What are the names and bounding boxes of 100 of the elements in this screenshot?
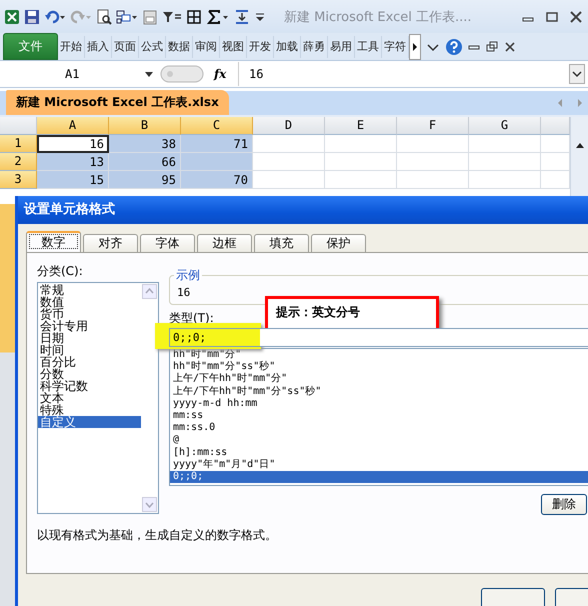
close-icon[interactable] (503, 40, 517, 54)
sample-value: 16 (177, 284, 190, 298)
category-item[interactable]: 时间 (38, 344, 141, 356)
table-cell: 15 (37, 171, 109, 189)
table-cell: 95 (109, 171, 181, 189)
table-cell: 16 (37, 135, 109, 153)
category-item[interactable]: 常规 (38, 284, 141, 296)
table-cell (253, 171, 325, 189)
category-item[interactable]: 数值 (38, 296, 141, 308)
category-item[interactable]: 货币 (38, 308, 141, 320)
ribbon-tab[interactable]: 审阅 (193, 36, 220, 58)
category-item[interactable]: 科学记数 (38, 380, 141, 392)
calculator-icon[interactable] (142, 8, 158, 24)
sample-label: 示例 (174, 267, 202, 284)
row-header[interactable]: 1 (0, 135, 37, 153)
scroll-right-icon[interactable] (409, 34, 421, 60)
column-header[interactable]: G (469, 117, 541, 135)
ribbon-tab[interactable]: 视图 (220, 36, 247, 58)
category-item[interactable]: 会计专用 (38, 320, 141, 332)
delete-button[interactable]: 删除 (541, 494, 587, 515)
category-item[interactable]: 文本 (38, 392, 141, 404)
type-item[interactable]: 上午/下午hh"时"mm"分" (170, 373, 588, 386)
ribbon-tab[interactable]: 页面 (112, 36, 139, 58)
dialog-tab[interactable]: 填充 (254, 234, 309, 252)
type-item[interactable]: [h]:mm:ss (170, 446, 588, 459)
description-text: 以现有格式为基础，生成自定义的数字格式。 (37, 527, 278, 544)
column-header[interactable]: A (37, 117, 109, 135)
category-item[interactable]: 特殊 (38, 404, 141, 416)
category-item[interactable]: 自定义 (38, 416, 141, 428)
layout-icon[interactable] (116, 8, 138, 24)
ribbon-tab[interactable]: 薛勇 (301, 36, 328, 58)
dialog-tab[interactable]: 对齐 (83, 234, 138, 252)
ribbon-tab[interactable]: 数据 (166, 36, 193, 58)
table-cell (325, 135, 397, 153)
table-cell: 66 (109, 153, 181, 171)
dialog-tab[interactable]: 边框 (197, 234, 252, 252)
workbook-tab[interactable]: 新建 Microsoft Excel 工作表.xlsx (6, 90, 229, 115)
row-header[interactable]: 2 (0, 153, 37, 171)
name-box[interactable]: A1 (0, 67, 160, 81)
category-item[interactable]: 百分比 (38, 356, 141, 368)
type-item[interactable]: 0;;0; (170, 471, 588, 484)
type-item[interactable]: hh"时"mm"分"ss"秒" (170, 361, 588, 374)
category-label: 分类(C): (37, 263, 84, 280)
dialog-button[interactable] (481, 588, 544, 606)
expand-caret-icon[interactable] (569, 64, 585, 84)
column-header[interactable]: C (181, 117, 253, 135)
file-tab[interactable]: 文件 (3, 33, 58, 60)
column-header[interactable]: D (253, 117, 325, 135)
formula-input[interactable]: 16 (239, 67, 569, 81)
borders-icon[interactable] (186, 8, 202, 24)
category-item[interactable]: 日期 (38, 332, 141, 344)
maximize-icon[interactable] (544, 10, 560, 24)
type-item[interactable]: mm:ss (170, 410, 588, 422)
dropdown-caret-icon[interactable] (144, 70, 154, 78)
ribbon-tab[interactable]: 易用 (328, 36, 355, 58)
type-item[interactable]: 上午/下午hh"时"mm"分"ss"秒" (170, 386, 588, 398)
table-cell (469, 171, 541, 189)
window-title: 新建 Microsoft Excel 工作表.... (284, 8, 473, 26)
row-header[interactable]: 3 (0, 171, 37, 189)
table-cell (469, 135, 541, 153)
column-header[interactable]: B (109, 117, 181, 135)
type-label: 类型(T): (169, 310, 214, 327)
splitter-handle-icon[interactable] (160, 65, 204, 83)
column-header[interactable]: E (325, 117, 397, 135)
insert-function-button[interactable]: fx (210, 67, 230, 81)
ribbon-tab[interactable]: 开始 (58, 36, 85, 58)
ribbon-tab[interactable]: 公式 (139, 36, 166, 58)
ribbon-tab[interactable]: 开发 (247, 36, 274, 58)
type-input[interactable]: 0;;0; (169, 328, 588, 347)
save-icon[interactable] (24, 8, 40, 24)
excel-logo-icon (4, 8, 20, 24)
table-cell (397, 171, 469, 189)
dialog-tab[interactable]: 数字 (26, 231, 81, 252)
type-item[interactable]: hh"时"mm"分" (170, 349, 588, 362)
type-item[interactable]: mm:ss.0 (170, 422, 588, 434)
table-cell: 70 (181, 171, 253, 189)
dialog-tab[interactable]: 保护 (311, 234, 366, 252)
table-cell (469, 153, 541, 171)
align-icon[interactable] (234, 8, 250, 24)
type-item[interactable]: yyyy"年"m"月"d"日" (170, 458, 588, 472)
undo-icon[interactable] (44, 8, 66, 24)
close-icon[interactable] (568, 10, 584, 24)
ribbon-tab[interactable]: 插入 (85, 36, 112, 58)
help-icon[interactable] (445, 38, 463, 56)
ribbon-tab[interactable]: 工具 (355, 36, 382, 58)
sum-icon[interactable] (206, 8, 230, 24)
print-preview-icon[interactable] (96, 8, 112, 24)
restore-icon[interactable] (485, 40, 499, 54)
ribbon-tab[interactable]: 加载 (274, 36, 301, 58)
column-header[interactable]: F (397, 117, 469, 135)
table-cell (253, 135, 325, 153)
type-item[interactable]: yyyy-m-d hh:mm (170, 398, 588, 410)
table-cell (397, 135, 469, 153)
dialog-tab[interactable]: 字体 (140, 234, 195, 252)
table-cell (253, 153, 325, 171)
table-cell (325, 153, 397, 171)
category-list[interactable]: 常规 数值 货币 会计专用 日期 时间 百分比 分数 科学记数 文本 特殊 自定义 (37, 282, 159, 514)
category-item[interactable]: 分数 (38, 368, 141, 380)
type-item[interactable]: @ (170, 434, 588, 447)
type-list[interactable]: hh"时"mm"分" hh"时"mm"分"ss"秒" 上午/下午hh"时"mm"分" 上午/下午hh"时"mm"分"ss"秒" yyyy-m-d hh:mm mm:ss mm:ss.0 @ [h]:mm:ss yyyy"年"m"月"d"日" 0;;0; (169, 348, 588, 486)
